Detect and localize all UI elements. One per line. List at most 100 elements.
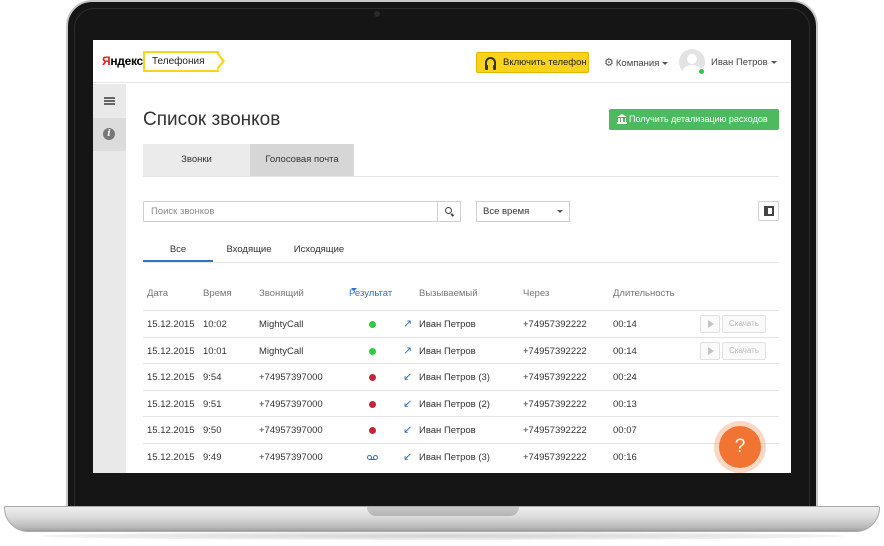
voicemail-icon xyxy=(367,455,378,460)
caller-name: MightyCall xyxy=(259,319,304,330)
call-time: 10:01 xyxy=(203,345,227,357)
user-menu[interactable]: Иван Петров xyxy=(711,57,777,68)
call-duration: 00:13 xyxy=(613,398,637,410)
filter-incoming[interactable]: Входящие xyxy=(213,239,285,263)
chevron-down-icon xyxy=(351,288,357,291)
divider xyxy=(143,262,779,263)
company-menu[interactable]: ⚙ Компания xyxy=(604,56,669,69)
column-duration[interactable]: Длительность xyxy=(613,288,675,299)
callee-name: Иван Петров (2) xyxy=(419,398,490,410)
table-row[interactable]: 15.12.2015 10:01 MightyCall ↗ Иван Петров +74… xyxy=(143,336,779,364)
column-caller[interactable]: Звонящий xyxy=(259,288,304,299)
download-recording-button[interactable]: Скачать xyxy=(722,341,766,360)
caller-name: +74957397000 xyxy=(259,398,323,410)
call-time: 9:51 xyxy=(203,398,222,410)
page-title: Список звонков xyxy=(143,109,281,130)
via-number: +74957392222 xyxy=(523,398,587,410)
enable-phone-button[interactable]: Включить телефон xyxy=(476,52,589,73)
hamburger-line xyxy=(104,100,115,102)
table-row[interactable]: 15.12.2015 9:54 +74957397000 ↙ Иван Петров (… xyxy=(143,363,779,390)
call-duration: 00:14 xyxy=(613,345,637,357)
laptop-notch xyxy=(367,507,519,516)
call-date: 15.12.2015 xyxy=(147,452,195,463)
help-icon: ? xyxy=(719,426,761,468)
column-callee[interactable]: Вызываемый xyxy=(419,288,478,299)
chevron-down-icon xyxy=(557,210,563,213)
incoming-call-icon: ↙ xyxy=(403,397,413,410)
filter-all[interactable]: Все xyxy=(143,239,213,263)
via-number: +74957392222 xyxy=(523,319,587,330)
incoming-call-icon: ↙ xyxy=(403,451,413,463)
logo-text: ндекс xyxy=(110,54,143,68)
callee-name: Иван Петров xyxy=(419,345,476,357)
headset-icon xyxy=(485,57,496,70)
hamburger-line xyxy=(104,97,115,99)
expense-details-button[interactable]: Получить детализацию расходов xyxy=(609,109,779,130)
gear-icon: ⚙ xyxy=(604,57,614,69)
table-row[interactable]: 15.12.2015 10:02 MightyCall ↗ Иван Петров +74… xyxy=(143,310,779,337)
bank-icon xyxy=(617,114,627,124)
callee-name: Иван Петров xyxy=(419,319,476,330)
answered-status-dot xyxy=(369,321,376,328)
call-duration: 00:14 xyxy=(613,319,637,330)
caller-name: +74957397000 xyxy=(259,372,323,384)
hamburger-menu-icon[interactable] xyxy=(93,84,126,117)
info-icon: i xyxy=(103,128,115,140)
time-filter-value: Все время xyxy=(483,206,530,217)
callee-name: Иван Петров (3) xyxy=(419,372,490,384)
call-time: 9:54 xyxy=(203,372,222,384)
play-recording-button[interactable] xyxy=(700,341,720,360)
call-time: 9:49 xyxy=(203,452,222,463)
missed-status-dot xyxy=(369,374,376,382)
incoming-call-icon: ↙ xyxy=(403,371,413,384)
product-tag[interactable]: Телефония xyxy=(143,51,224,72)
call-date: 15.12.2015 xyxy=(147,345,195,357)
play-recording-button[interactable] xyxy=(700,315,720,333)
call-duration: 00:07 xyxy=(613,425,637,437)
outgoing-call-icon: ↗ xyxy=(403,318,413,330)
column-time[interactable]: Время xyxy=(203,288,232,299)
call-date: 15.12.2015 xyxy=(147,319,195,330)
caller-name: MightyCall xyxy=(259,345,304,357)
call-time: 10:02 xyxy=(203,319,227,330)
tab-voicemail[interactable]: Голосовая почта xyxy=(250,144,354,176)
time-filter-select[interactable]: Все время xyxy=(476,201,570,222)
expense-details-label: Получить детализацию расходов xyxy=(629,114,768,124)
export-excel-button[interactable] xyxy=(758,201,779,221)
search-input[interactable] xyxy=(144,202,437,221)
download-recording-button[interactable]: Скачать xyxy=(722,315,766,333)
tab-calls[interactable]: Звонки xyxy=(143,144,250,176)
laptop-base xyxy=(4,506,880,532)
table-header: Дата Время Звонящий Результат Вызываемый… xyxy=(143,288,779,304)
yandex-logo[interactable]: Яндекс xyxy=(102,54,143,68)
callee-name: Иван Петров (3) xyxy=(419,452,490,463)
column-via[interactable]: Через xyxy=(523,288,549,299)
call-duration: 00:16 xyxy=(613,452,637,463)
chevron-down-icon xyxy=(770,60,777,64)
table-row[interactable]: 15.12.2015 9:50 +74957397000 ↙ Иван Петров +7… xyxy=(143,416,779,443)
table-row[interactable]: 15.12.2015 9:51 +74957397000 ↙ Иван Петров (… xyxy=(143,389,779,417)
company-label: Компания xyxy=(615,58,660,69)
callee-name: Иван Петров xyxy=(419,425,476,437)
via-number: +74957392222 xyxy=(523,452,587,463)
search-icon xyxy=(445,207,452,214)
chevron-down-icon xyxy=(662,61,669,65)
call-duration: 00:24 xyxy=(613,372,637,384)
call-date: 15.12.2015 xyxy=(147,398,195,410)
avatar-head xyxy=(687,54,697,64)
outgoing-call-icon: ↗ xyxy=(403,344,413,357)
help-button[interactable]: ? xyxy=(714,421,766,473)
filter-outgoing[interactable]: Исходящие xyxy=(285,239,353,263)
laptop-camera xyxy=(374,11,380,17)
caller-name: +74957397000 xyxy=(259,452,323,463)
info-nav-item[interactable]: i xyxy=(93,118,126,151)
enable-phone-label: Включить телефон xyxy=(503,57,587,68)
online-status-dot xyxy=(698,68,705,75)
search-button[interactable] xyxy=(437,201,461,222)
search-box xyxy=(143,201,438,222)
excel-icon xyxy=(764,206,774,216)
laptop-shadow xyxy=(40,532,844,540)
user-name: Иван Петров xyxy=(711,57,768,68)
column-date[interactable]: Дата xyxy=(147,288,168,299)
table-row[interactable]: 15.12.2015 9:49 +74957397000 ↙ Иван Петров (… xyxy=(143,443,779,470)
